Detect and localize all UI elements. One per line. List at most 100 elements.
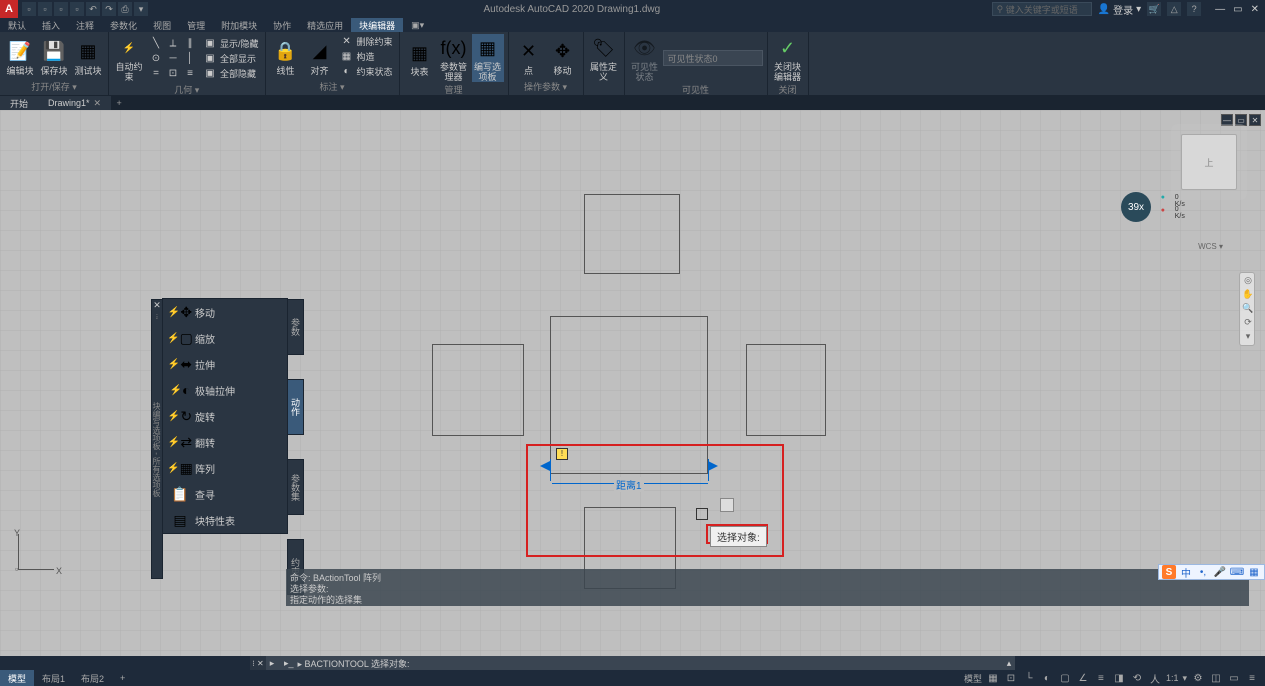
search-input[interactable]: ⚲ 键入关键字或短语 (992, 2, 1092, 16)
palette-item-flip[interactable]: ⚡⇄翻转 (163, 429, 287, 455)
canvas-min-icon[interactable]: — (1221, 114, 1233, 126)
help-icon[interactable]: ? (1187, 2, 1201, 16)
tab-drawing1[interactable]: Drawing1*✕ (38, 96, 111, 110)
status-tab-add[interactable]: + (112, 670, 133, 686)
delete-constraint-button[interactable]: ✕删除约束 (338, 35, 395, 49)
status-tab-layout2[interactable]: 布局2 (73, 670, 112, 686)
hide-all-button[interactable]: ▣全部隐藏 (201, 66, 261, 80)
status-otrack-icon[interactable]: ∠ (1076, 671, 1090, 685)
save-block-button[interactable]: 💾保存块 (38, 38, 70, 76)
cart-icon[interactable]: 🛒 (1147, 2, 1161, 16)
align-button[interactable]: ◢对齐 (304, 38, 336, 76)
cmd-arrow-icon[interactable]: ▸ (266, 658, 278, 669)
qat-saveas-icon[interactable]: ▫ (70, 2, 84, 16)
palette-item-scale[interactable]: ⚡▢缩放 (163, 325, 287, 351)
canvas-close-icon[interactable]: ✕ (1249, 114, 1261, 126)
edit-block-button[interactable]: 📝编辑块 (4, 38, 36, 76)
param-mgr-button[interactable]: f(x)参数管理器 (438, 34, 470, 82)
geo-row-line[interactable]: ╲⟂∥ (147, 36, 199, 50)
attr-def-button[interactable]: 🏷属性定义 (588, 34, 620, 82)
ime-lang-icon[interactable]: 中 (1179, 565, 1193, 579)
menu-default[interactable]: 默认 (0, 18, 34, 32)
status-polar-icon[interactable]: ◐ (1040, 671, 1054, 685)
tab-close-icon[interactable]: ✕ (94, 98, 102, 109)
side-tab-paramset[interactable]: 参数集 (287, 459, 304, 515)
tab-start[interactable]: 开始 (0, 96, 38, 110)
cmd-up-icon[interactable]: ▴ (1003, 658, 1015, 669)
palette-item-block-props[interactable]: ▤块特性表 (163, 507, 287, 533)
status-snap-icon[interactable]: ⊡ (1004, 671, 1018, 685)
geo-row-equal[interactable]: =⊡≡ (147, 66, 199, 80)
point-button[interactable]: ✕点 (513, 38, 545, 76)
linear-button[interactable]: 🔒线性 (270, 38, 302, 76)
side-tab-param[interactable]: 参数 (287, 299, 304, 355)
palette-close-icon[interactable]: ✕ (152, 300, 162, 312)
palette-item-polar-stretch[interactable]: ⚡◐极轴拉伸 (163, 377, 287, 403)
status-workspace-icon[interactable]: ◫ (1209, 671, 1223, 685)
command-bar[interactable]: ⁝ ✕ ▸ ▸_▸ BACTIONTOOL 选择对象: ▴ (250, 656, 1015, 670)
nav-zoom-icon[interactable]: 🔍 (1242, 303, 1254, 315)
menu-view[interactable]: 视图 (145, 18, 179, 32)
geo-row-tangent[interactable]: ⊙─│ (147, 51, 199, 65)
qat-undo-icon[interactable]: ↶ (86, 2, 100, 16)
ime-grid-icon[interactable]: ▦ (1247, 565, 1261, 579)
nav-wheel-icon[interactable]: ◎ (1242, 275, 1254, 287)
cmd-handle[interactable]: ⁝ ✕ (250, 656, 266, 670)
visibility-select[interactable]: 可见性状态0 (663, 50, 763, 66)
palette-item-move[interactable]: ⚡✥移动 (163, 299, 287, 325)
show-all-button[interactable]: ▣全部显示 (201, 51, 261, 65)
ime-toolbar[interactable]: S 中 •, 🎤 ⌨ ▦ (1158, 564, 1265, 580)
vis-state-button[interactable]: 👁可见性状态 (629, 34, 661, 82)
move-button[interactable]: ✥移动 (547, 38, 579, 76)
ime-keyboard-icon[interactable]: ⌨ (1230, 565, 1244, 579)
palette-item-lookup[interactable]: 📋查寻 (163, 481, 287, 507)
close-editor-button[interactable]: ✓关闭块编辑器 (772, 34, 804, 82)
menu-collab[interactable]: 协作 (265, 18, 299, 32)
palette-title-bar[interactable]: ✕ ፧ 块编写选项板 - 所有选项板 (151, 299, 163, 579)
command-input[interactable]: ▸_▸ BACTIONTOOL 选择对象: (278, 657, 1003, 670)
close-button[interactable]: ✕ (1251, 4, 1259, 15)
status-clean-icon[interactable]: ▭ (1227, 671, 1241, 685)
login-button[interactable]: 👤登录▾ (1098, 2, 1141, 17)
qat-redo-icon[interactable]: ↷ (102, 2, 116, 16)
qat-open-icon[interactable]: ▫ (38, 2, 52, 16)
menu-featured[interactable]: 精选应用 (299, 18, 351, 32)
nav-pan-icon[interactable]: ✋ (1242, 289, 1254, 301)
side-tab-action[interactable]: 动作 (287, 379, 304, 435)
palette-item-rotate[interactable]: ⚡↻旋转 (163, 403, 287, 429)
canvas-max-icon[interactable]: ▭ (1235, 114, 1247, 126)
status-tab-layout1[interactable]: 布局1 (34, 670, 73, 686)
status-osnap-icon[interactable]: ▢ (1058, 671, 1072, 685)
menu-manage[interactable]: 管理 (179, 18, 213, 32)
status-lwt-icon[interactable]: ≡ (1094, 671, 1108, 685)
ime-punct-icon[interactable]: •, (1196, 565, 1210, 579)
construct-button[interactable]: ▦构造 (338, 50, 395, 64)
status-scale[interactable]: 1:1 (1166, 673, 1179, 683)
status-model-label[interactable]: 模型 (964, 672, 982, 685)
authoring-palette-button[interactable]: ▦编写选项板 (472, 34, 504, 82)
constraint-state-button[interactable]: ◐约束状态 (338, 65, 395, 79)
nav-orbit-icon[interactable]: ⟳ (1242, 317, 1254, 329)
auto-constrain-button[interactable]: ⚡自动约束 (113, 34, 145, 82)
tab-add-button[interactable]: + (111, 96, 127, 110)
qat-print-icon[interactable]: ⎙ (118, 2, 132, 16)
status-annotation-icon[interactable]: 人 (1148, 671, 1162, 685)
menu-annotate[interactable]: 注释 (68, 18, 102, 32)
ime-mic-icon[interactable]: 🎤 (1213, 565, 1227, 579)
view-cube[interactable]: 上 (1181, 134, 1237, 190)
status-cycling-icon[interactable]: ⟲ (1130, 671, 1144, 685)
nav-more-icon[interactable]: ▾ (1242, 331, 1254, 343)
palette-item-stretch[interactable]: ⚡⬌拉伸 (163, 351, 287, 377)
test-block-button[interactable]: ▦测试块 (72, 38, 104, 76)
restore-button[interactable]: ▭ (1233, 4, 1242, 15)
status-menu-icon[interactable]: ≡ (1245, 671, 1259, 685)
status-ortho-icon[interactable]: └ (1022, 671, 1036, 685)
menu-insert[interactable]: 插入 (34, 18, 68, 32)
qat-save-icon[interactable]: ▫ (54, 2, 68, 16)
status-grid-icon[interactable]: ▦ (986, 671, 1000, 685)
menu-expand-icon[interactable]: ▣▾ (403, 18, 432, 32)
block-table-button[interactable]: ▦块表 (404, 39, 436, 77)
status-transparency-icon[interactable]: ◨ (1112, 671, 1126, 685)
wcs-label[interactable]: WCS ▾ (1198, 242, 1223, 251)
menu-addins[interactable]: 附加模块 (213, 18, 265, 32)
